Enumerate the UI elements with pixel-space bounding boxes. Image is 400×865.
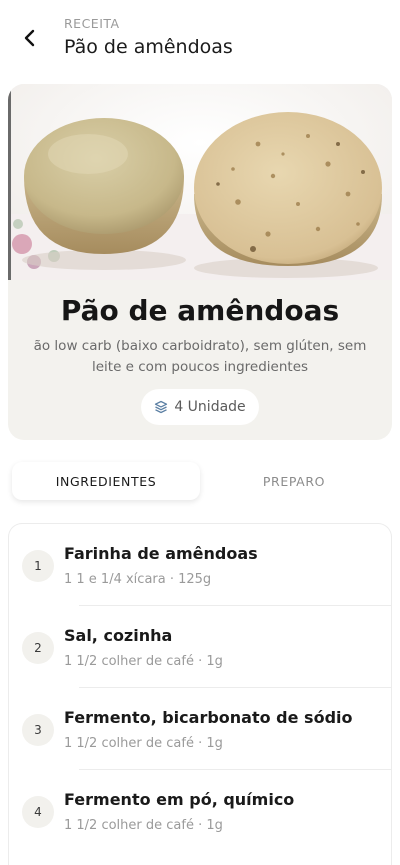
ingredient-quantity: 1 1/2 colher de café · 1g	[64, 818, 223, 833]
layers-icon	[155, 400, 168, 414]
recipe-description: ão low carb (baixo carboidrato), sem glú…	[33, 338, 367, 375]
ingredient-quantity: 1 1/2 colher de café · 1g	[64, 736, 223, 751]
servings-label: 4 Unidade	[174, 399, 246, 415]
ingredient-number: 4	[22, 796, 54, 828]
recipe-card: Pão de amêndoas ão low carb (baixo carbo…	[8, 84, 392, 440]
ingredient-item[interactable]: 4 Fermento em pó, químico 1 1/2 colher d…	[9, 770, 391, 852]
top-bar: RECEITA Pão de amêndoas	[0, 0, 400, 80]
ingredient-number: 3	[22, 714, 54, 746]
ingredient-number: 2	[22, 632, 54, 664]
ingredient-name: Fermento, bicarbonato de sódio	[64, 708, 353, 727]
ingredient-quantity: 1 1 e 1/4 xícara · 125g	[64, 572, 212, 587]
ingredient-name: Farinha de amêndoas	[64, 544, 258, 563]
servings-selector[interactable]: 4 Unidade	[141, 389, 259, 425]
ingredient-name: Sal, cozinha	[64, 626, 173, 645]
ingredient-number: 1	[22, 550, 54, 582]
ingredient-item[interactable]: 3 Fermento, bicarbonato de sódio 1 1/2 c…	[9, 688, 391, 770]
recipe-tabs: INGREDIENTES PREPARO	[0, 462, 400, 504]
recipe-photo	[8, 84, 392, 280]
ingredients-list: 1 Farinha de amêndoas 1 1 e 1/4 xícara ·…	[8, 523, 392, 865]
ingredient-item[interactable]: 2 Sal, cozinha 1 1/2 colher de café · 1g	[9, 606, 391, 688]
tab-ingredients[interactable]: INGREDIENTES	[12, 462, 200, 500]
chevron-left-icon	[24, 29, 35, 47]
ingredient-item[interactable]: 1 Farinha de amêndoas 1 1 e 1/4 xícara ·…	[9, 524, 391, 606]
back-button[interactable]	[14, 22, 46, 54]
ingredient-quantity: 1 1/2 colher de café · 1g	[64, 654, 223, 669]
ingredient-name: Fermento em pó, químico	[64, 790, 295, 809]
recipe-title: Pão de amêndoas	[60, 294, 340, 327]
page-kicker: RECEITA	[64, 16, 120, 31]
tab-preparation[interactable]: PREPARO	[200, 462, 388, 500]
page-title: Pão de amêndoas	[64, 36, 233, 58]
